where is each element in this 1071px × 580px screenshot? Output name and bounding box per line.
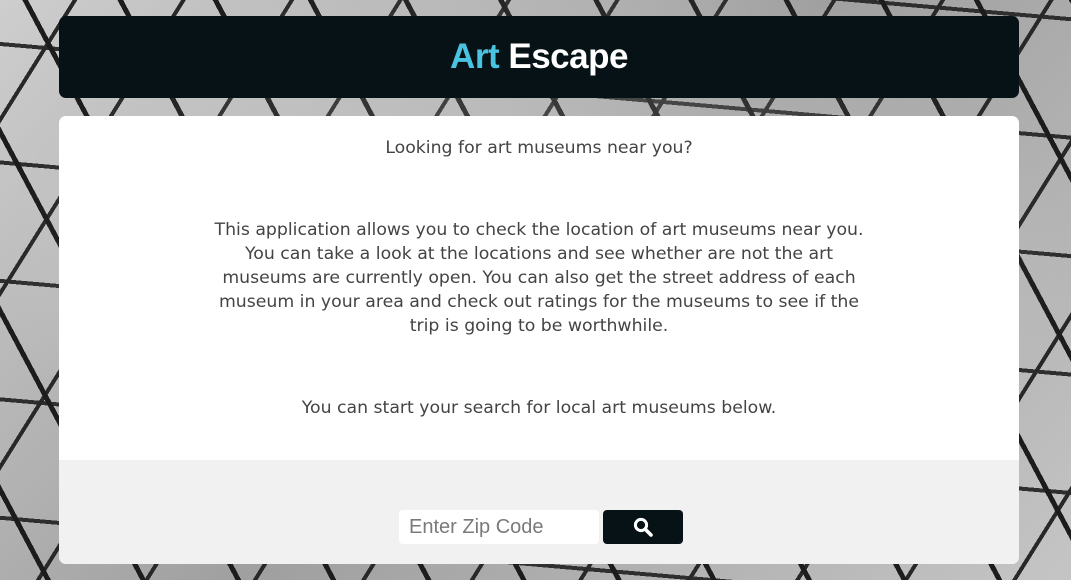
app-title-main: Escape [508, 37, 628, 76]
search-area [59, 460, 1019, 564]
header-bar: Art Escape [59, 16, 1019, 98]
main-card: Looking for art museums near you? This a… [59, 116, 1019, 564]
search-icon [633, 517, 653, 537]
search-button[interactable] [603, 510, 683, 544]
card-body: Looking for art museums near you? This a… [59, 116, 1019, 460]
app-title: Art Escape [450, 37, 628, 77]
cta-text: You can start your search for local art … [301, 398, 777, 418]
app-title-accent: Art [450, 37, 500, 76]
zip-code-input[interactable] [399, 510, 599, 544]
description-text: This application allows you to check the… [214, 220, 864, 336]
intro-text: Looking for art museums near you? [385, 138, 693, 158]
